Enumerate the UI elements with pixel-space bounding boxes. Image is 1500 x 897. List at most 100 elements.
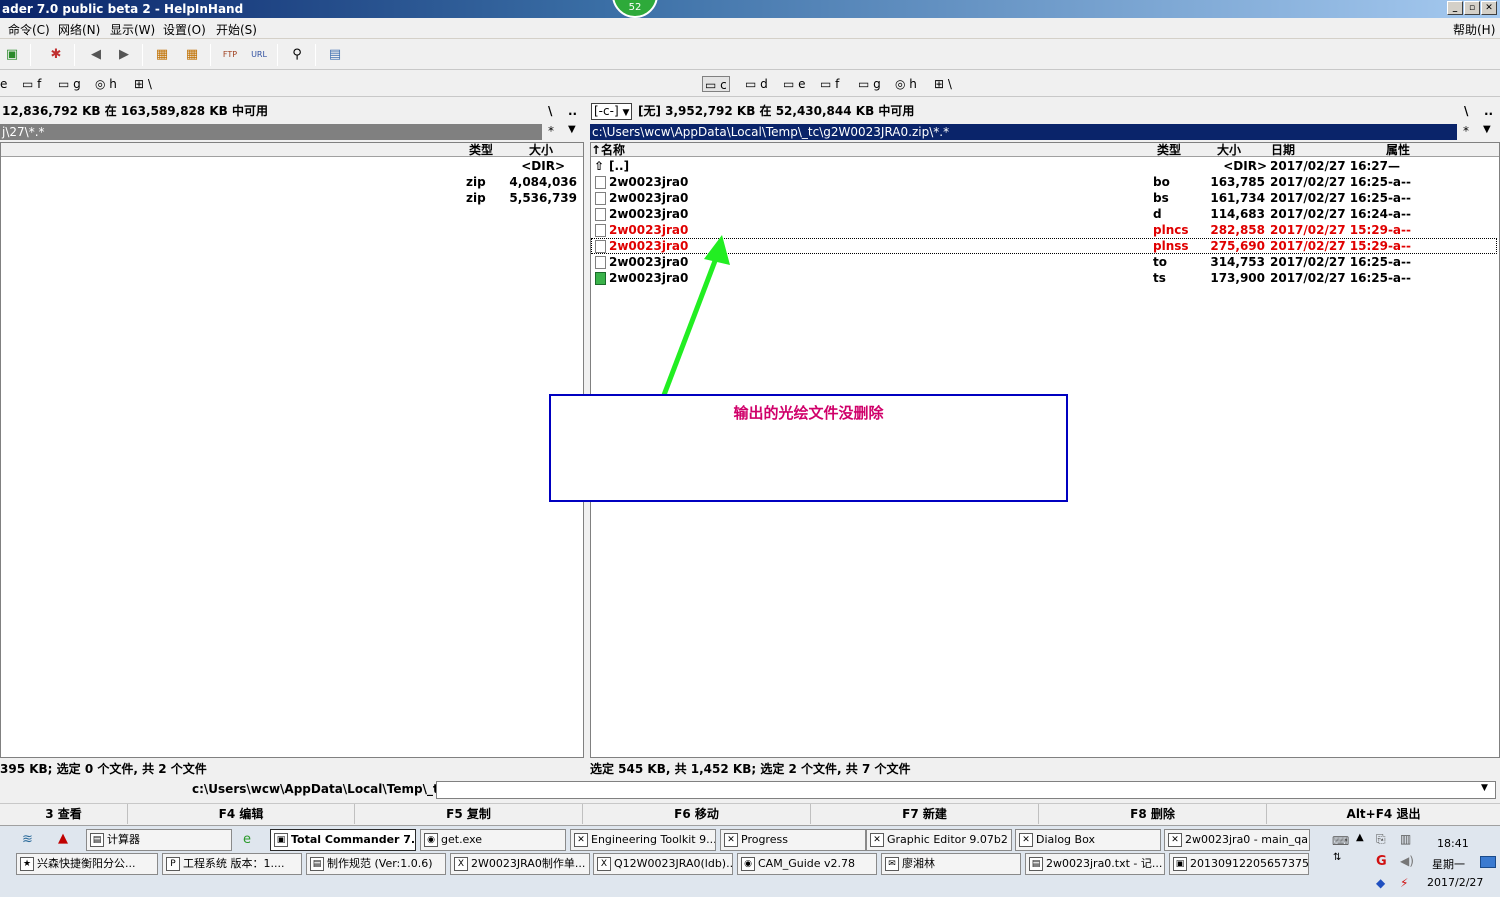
left-parent-button[interactable]: .. bbox=[568, 100, 577, 122]
right-col-name[interactable]: ↑名称 bbox=[591, 143, 625, 157]
task-cam-guide[interactable]: ◉ CAM_Guide v2.78 bbox=[737, 853, 877, 875]
drive-e-left[interactable]: e bbox=[0, 76, 7, 92]
right-history-button[interactable]: * bbox=[1463, 124, 1469, 138]
drive-network-left[interactable]: ⊞ \ bbox=[134, 76, 152, 92]
ie-icon[interactable]: e bbox=[243, 832, 251, 847]
right-row[interactable]: 2w0023jra0 bo 163,785 2017/02/27 16:25-a… bbox=[591, 174, 1497, 190]
f8-delete-button[interactable]: F8 删除 bbox=[1039, 804, 1267, 824]
task-work-order[interactable]: X 2W0023JRA0制作单... bbox=[450, 853, 590, 875]
task-notepad[interactable]: ▤ 2w0023jra0.txt - 记... bbox=[1025, 853, 1165, 875]
drive-f-left[interactable]: ▭ f bbox=[22, 76, 41, 92]
menu-command[interactable]: 命令(C) bbox=[8, 21, 50, 38]
task-graphic-editor[interactable]: ✕ Graphic Editor 9.07b2 ... bbox=[866, 829, 1012, 851]
right-col-type[interactable]: 类型 bbox=[1157, 143, 1181, 157]
task-calculator[interactable]: ▤ 计算器 bbox=[86, 829, 232, 851]
left-dropdown-button[interactable]: ▼ bbox=[568, 124, 576, 135]
task-ldb[interactable]: X Q12W0023JRA0(ldb)... bbox=[593, 853, 733, 875]
right-row[interactable]: ⇧ [..] <DIR> 2017/02/27 16:27— bbox=[591, 158, 1497, 174]
left-row[interactable]: zip 5,536,739 bbox=[1, 190, 581, 206]
task-engineering-toolkit[interactable]: ✕ Engineering Toolkit 9.... bbox=[570, 829, 716, 851]
f6-move-button[interactable]: F6 移动 bbox=[583, 804, 811, 824]
close-button[interactable]: ✕ bbox=[1481, 1, 1497, 15]
left-file-list[interactable]: 类型 大小 <DIR> zip 4,084,036 zip 5,536,739 bbox=[0, 142, 584, 758]
clock-time[interactable]: 18:41 bbox=[1437, 837, 1469, 850]
notepad-icon[interactable]: ▤ bbox=[325, 45, 345, 65]
right-root-button[interactable]: \ bbox=[1464, 100, 1468, 122]
left-history-button[interactable]: * bbox=[548, 124, 554, 138]
unpack-icon[interactable]: ▦ bbox=[182, 45, 202, 65]
command-input[interactable] bbox=[436, 781, 1496, 799]
task-xingsen[interactable]: ★ 兴森快捷衡阳分公... bbox=[16, 853, 158, 875]
drive-e-right[interactable]: ▭ e bbox=[783, 76, 806, 92]
left-col-type[interactable]: 类型 bbox=[469, 143, 493, 157]
right-col-size[interactable]: 大小 bbox=[1217, 143, 1241, 157]
menu-network[interactable]: 网络(N) bbox=[58, 21, 100, 38]
pdf-icon[interactable]: ▲ bbox=[58, 831, 68, 846]
drive-c-right[interactable]: ▭ c bbox=[702, 76, 730, 92]
alt-f4-exit-button[interactable]: Alt+F4 退出 bbox=[1267, 804, 1500, 824]
volume-icon[interactable]: ◀) bbox=[1400, 854, 1414, 868]
refresh-icon[interactable]: ▣ bbox=[2, 45, 22, 65]
task-dialog-box[interactable]: ✕ Dialog Box bbox=[1015, 829, 1161, 851]
menu-help[interactable]: 帮助(H) bbox=[1453, 21, 1495, 38]
chevron-up-icon[interactable]: ▲ bbox=[1356, 832, 1364, 843]
right-row[interactable]: 2w0023jra0 d 114,683 2017/02/27 16:24-a-… bbox=[591, 206, 1497, 222]
drive-g-left[interactable]: ▭ g bbox=[58, 76, 81, 92]
left-root-button[interactable]: \ bbox=[548, 100, 552, 122]
right-dropdown-button[interactable]: ▼ bbox=[1483, 124, 1491, 135]
task-engineering-system[interactable]: P 工程系统 版本：1.... bbox=[162, 853, 302, 875]
right-row-size: 173,900 bbox=[1210, 271, 1265, 285]
menu-settings[interactable]: 设置(O) bbox=[163, 21, 206, 38]
antivirus-icon[interactable]: ⚡ bbox=[1400, 876, 1408, 890]
task-file[interactable]: ▣ 20130912205657375... bbox=[1169, 853, 1309, 875]
restore-button[interactable]: ▫ bbox=[1464, 1, 1480, 15]
left-path-bar[interactable]: j\27\*.* bbox=[0, 124, 542, 140]
drive-h-left[interactable]: ◎ h bbox=[95, 76, 117, 92]
drive-f-right[interactable]: ▭ f bbox=[820, 76, 839, 92]
drive-g-right[interactable]: ▭ g bbox=[858, 76, 881, 92]
clock-weekday[interactable]: 星期一 bbox=[1432, 856, 1465, 872]
ftp-icon[interactable]: FTP bbox=[220, 45, 240, 65]
pack-icon[interactable]: ▦ bbox=[152, 45, 172, 65]
url-icon[interactable]: URL bbox=[249, 45, 269, 65]
drive-d-right[interactable]: ▭ d bbox=[745, 76, 768, 92]
left-row[interactable]: <DIR> bbox=[1, 158, 581, 174]
task-total-commander[interactable]: ▣ Total Commander 7... bbox=[270, 829, 416, 851]
right-path-bar[interactable]: c:\Users\wcw\AppData\Local\Temp\_tc\g2W0… bbox=[590, 124, 1457, 140]
right-parent-button[interactable]: .. bbox=[1484, 100, 1493, 122]
chevron-down-icon[interactable]: ▼ bbox=[1481, 783, 1488, 793]
g-app-icon[interactable]: G bbox=[1376, 854, 1387, 869]
minimize-button[interactable]: _ bbox=[1447, 1, 1463, 15]
task-main-qa[interactable]: ✕ 2w0023jra0 - main_qa bbox=[1164, 829, 1310, 851]
f4-edit-button[interactable]: F4 编辑 bbox=[128, 804, 355, 824]
menu-view[interactable]: 显示(W) bbox=[110, 21, 155, 38]
task-contact[interactable]: ✉ 廖湘林 bbox=[881, 853, 1021, 875]
show-desktop-icon[interactable] bbox=[1480, 856, 1496, 868]
drive-network-right[interactable]: ⊞ \ bbox=[934, 76, 952, 92]
f5-copy-button[interactable]: F5 复制 bbox=[355, 804, 583, 824]
left-row[interactable]: zip 4,084,036 bbox=[1, 174, 581, 190]
right-row[interactable]: 2w0023jra0 bs 161,734 2017/02/27 16:25-a… bbox=[591, 190, 1497, 206]
menu-start[interactable]: 开始(S) bbox=[216, 21, 257, 38]
quicklaunch-stack-icon[interactable]: ≋ bbox=[22, 832, 33, 847]
usb-icon[interactable]: ⎘ bbox=[1376, 832, 1386, 847]
network-signal-icon[interactable]: ▥ bbox=[1400, 832, 1411, 846]
task-get-exe[interactable]: ◉ get.exe bbox=[420, 829, 566, 851]
keyboard-icon[interactable]: ⌨ bbox=[1332, 834, 1349, 848]
taskbar-arrows-icon[interactable]: ⇅ bbox=[1333, 852, 1341, 863]
drive-h-right[interactable]: ◎ h bbox=[895, 76, 917, 92]
forward-icon[interactable]: ▶ bbox=[114, 45, 134, 65]
f3-view-button[interactable]: 3 查看 bbox=[0, 804, 128, 824]
search-binoculars-icon[interactable]: ⚲ bbox=[287, 45, 307, 65]
right-col-date[interactable]: 日期 bbox=[1271, 143, 1295, 157]
select-files-icon[interactable]: ✱ bbox=[46, 45, 66, 65]
f7-new-button[interactable]: F7 新建 bbox=[811, 804, 1039, 824]
back-icon[interactable]: ◀ bbox=[86, 45, 106, 65]
clock-date[interactable]: 2017/2/27 bbox=[1427, 876, 1483, 889]
right-drive-select[interactable]: [-c-] ▼ bbox=[591, 103, 633, 120]
right-col-attr[interactable]: 属性 bbox=[1386, 143, 1410, 157]
task-progress[interactable]: ✕ Progress bbox=[720, 829, 866, 851]
task-spec[interactable]: ▤ 制作规范 (Ver:1.0.6) bbox=[306, 853, 446, 875]
left-col-size[interactable]: 大小 bbox=[529, 143, 553, 157]
security-icon[interactable]: ◆ bbox=[1376, 876, 1385, 890]
